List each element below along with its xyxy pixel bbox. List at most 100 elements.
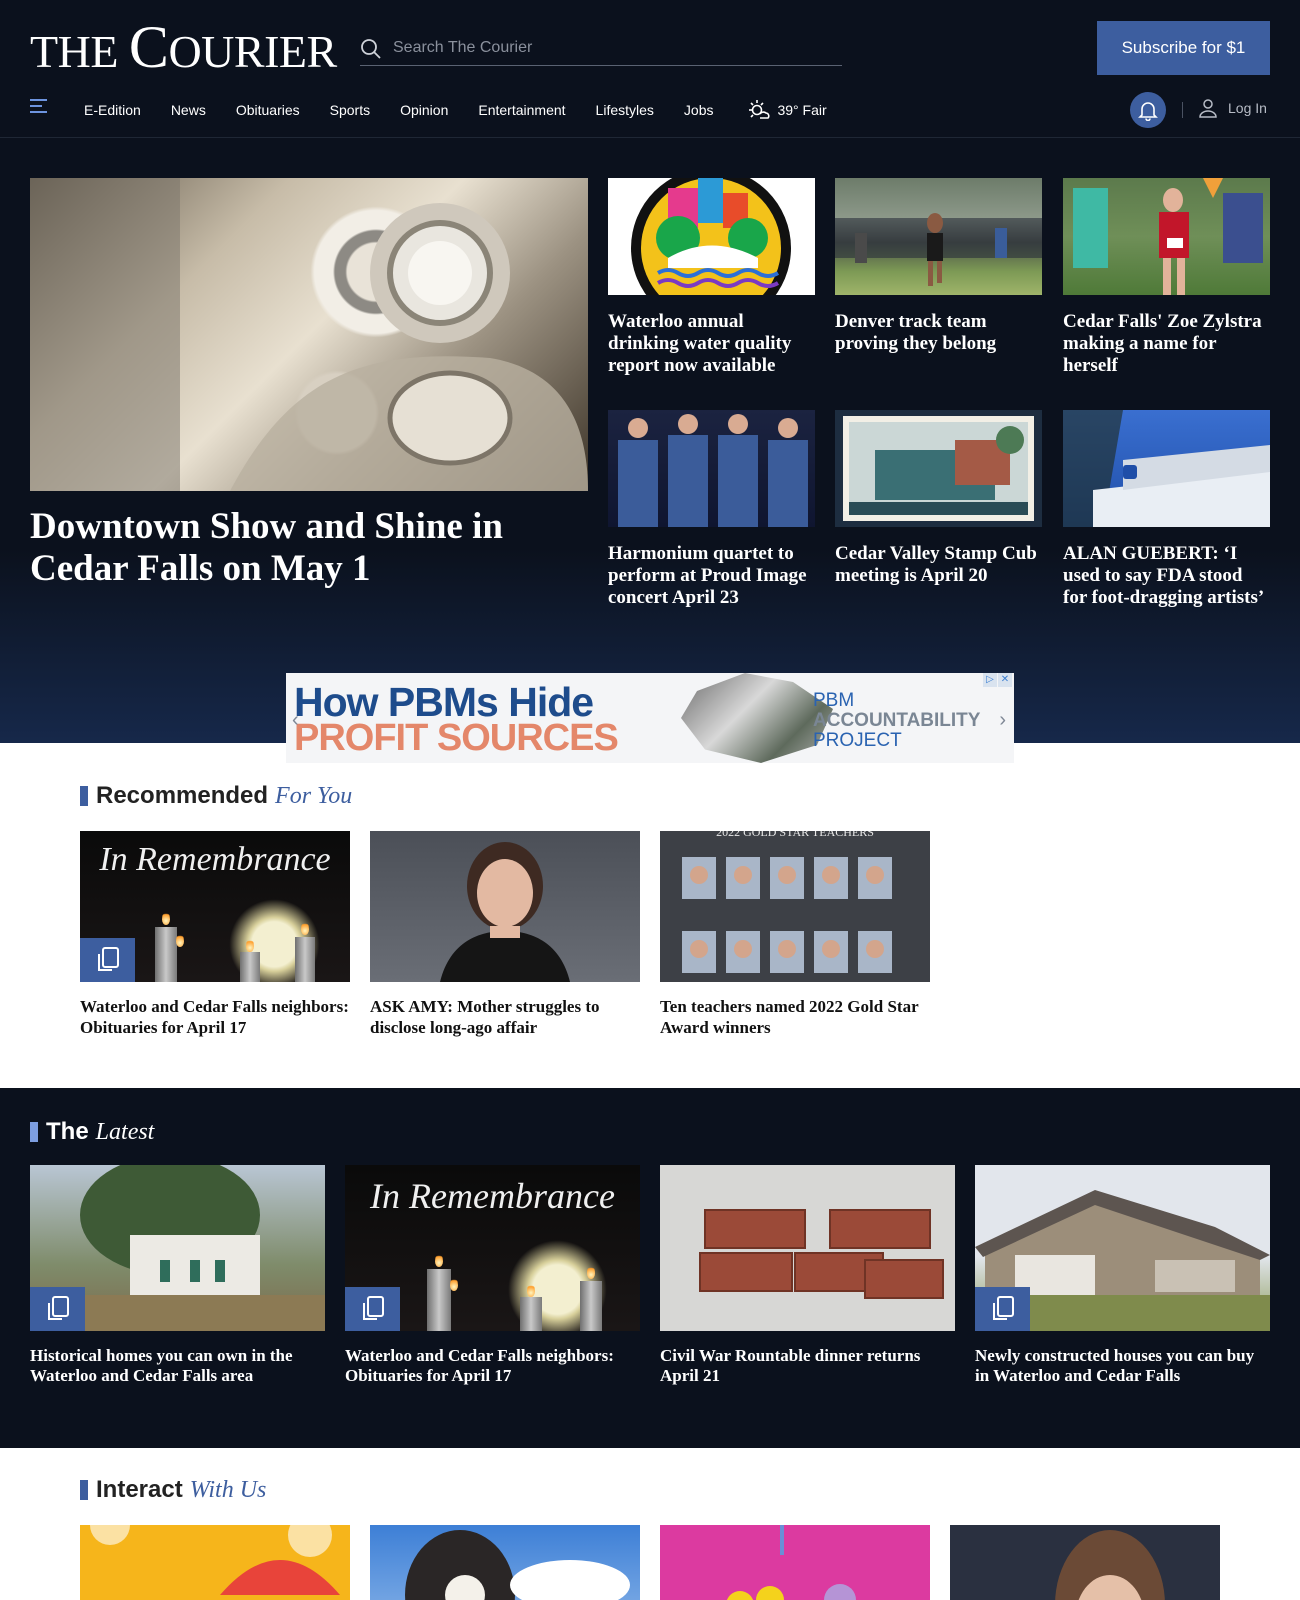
chevron-right-icon[interactable]: › [999, 709, 1006, 732]
story-image [975, 1165, 1270, 1331]
nav-item-opinion[interactable]: Opinion [400, 102, 448, 118]
story-card[interactable]: ASK AMY: Mother struggles to disclose lo… [370, 831, 640, 1038]
story-card[interactable]: Historical homes you can own in the Wate… [30, 1165, 325, 1386]
sun-cloud-icon [749, 100, 771, 119]
baseball-image [370, 1525, 640, 1600]
main-nav: E-Edition News Obituaries Sports Opinion… [0, 90, 1300, 130]
nav-items: E-Edition News Obituaries Sports Opinion… [84, 90, 827, 130]
story-card[interactable]: Harmonium quartet to perform at Proud Im… [608, 410, 815, 609]
story-card[interactable]: In Remembrance Waterloo and Cedar Falls … [345, 1165, 640, 1386]
section-title-latest: The Latest [30, 1118, 154, 1146]
image-caption-text: 2022 GOLD STAR TEACHERS [716, 831, 874, 839]
section-title-interact: Interact With Us [80, 1476, 266, 1504]
gallery-icon [975, 1287, 1030, 1331]
nav-item-news[interactable]: News [171, 102, 206, 118]
nav-item-e-edition[interactable]: E-Edition [84, 102, 141, 118]
ad-brand-line: ACCOUNTABILITY [813, 710, 981, 731]
story-card[interactable]: 2022 GOLD STAR TEACHERS Ten teachers nam… [660, 831, 930, 1038]
story-image [1063, 410, 1270, 527]
hero-headline[interactable]: Downtown Show and Shine in Cedar Falls o… [30, 506, 590, 590]
interact-card[interactable] [370, 1525, 640, 1600]
ad-info-icon[interactable]: ▷ [983, 673, 997, 687]
logo-text: THE [30, 26, 129, 77]
image-caption-text: In Remembrance [370, 1176, 615, 1216]
portrait-image [440, 842, 570, 982]
section-title-sub: For You [275, 782, 353, 809]
woman-portrait-image [1055, 1530, 1165, 1600]
story-headline: Waterloo and Cedar Falls neighbors: Obit… [345, 1346, 614, 1385]
nav-item-entertainment[interactable]: Entertainment [478, 102, 565, 118]
nav-item-jobs[interactable]: Jobs [684, 102, 714, 118]
story-card[interactable]: Civil War Rountable dinner returns April… [660, 1165, 955, 1386]
story-card[interactable]: Cedar Valley Stamp Cub meeting is April … [835, 410, 1042, 587]
section-title-sub: With Us [189, 1476, 267, 1503]
story-image [30, 1165, 325, 1331]
story-card[interactable]: Denver track team proving they belong [835, 178, 1042, 355]
login-label: Log In [1228, 100, 1267, 116]
quartet-image [618, 414, 808, 527]
pansies-image [726, 1525, 856, 1600]
logo-text: OURIER [168, 26, 337, 77]
story-image [660, 1165, 955, 1331]
story-card[interactable]: ALAN GUEBERT: ‘I used to say FDA stood f… [1063, 410, 1270, 609]
ad-brand: PBM ACCOUNTABILITY PROJECT [813, 691, 980, 751]
subscribe-button[interactable]: Subscribe for $1 [1097, 21, 1270, 75]
weather-widget[interactable]: 39° Fair [747, 98, 827, 122]
section-title-main: Interact [96, 1476, 183, 1503]
notifications-button[interactable] [1130, 92, 1166, 128]
story-image [1063, 178, 1270, 295]
search-bar [360, 32, 842, 66]
section-title-sub: Latest [95, 1118, 155, 1145]
ad-brand-line: PBM [813, 690, 855, 711]
nav-item-obituaries[interactable]: Obituaries [236, 102, 300, 118]
search-icon[interactable] [360, 38, 382, 60]
hero-image[interactable] [30, 178, 588, 491]
section-title-main: The [46, 1118, 89, 1145]
menu-icon[interactable] [30, 99, 50, 117]
story-headline: Cedar Falls' Zoe Zylstra making a name f… [1063, 311, 1262, 376]
gallery-icon [80, 938, 135, 982]
stamp-image [835, 410, 1042, 527]
story-card[interactable]: Waterloo annual drinking water quality r… [608, 178, 815, 377]
story-image [835, 178, 1042, 295]
interact-card[interactable] [80, 1525, 350, 1600]
ad-choices[interactable]: ▷ ✕ [983, 673, 1012, 687]
site-logo[interactable]: THE COURIER [30, 17, 337, 77]
story-card[interactable]: Newly constructed houses you can buy in … [975, 1165, 1270, 1386]
interact-card[interactable] [660, 1525, 930, 1600]
logo-text: C [128, 14, 169, 80]
portrait-image [950, 1525, 1220, 1600]
story-image [608, 410, 815, 527]
ad-close-icon[interactable]: ✕ [998, 673, 1012, 687]
story-image: In Remembrance [345, 1165, 640, 1331]
story-headline: Waterloo and Cedar Falls neighbors: Obit… [80, 997, 349, 1037]
interact-card[interactable] [950, 1525, 1220, 1600]
baseball-glove-image [405, 1530, 630, 1600]
gallery-icon [30, 1287, 85, 1331]
fda-sign-image [1063, 410, 1270, 527]
story-headline: ALAN GUEBERT: ‘I used to say FDA stood f… [1063, 543, 1265, 608]
image-caption-text: In Remembrance [99, 841, 331, 878]
ad-banner[interactable]: How PBMs Hide PROFIT SOURCES PBM ACCOUNT… [286, 673, 1014, 763]
memorial-bricks-image [699, 1209, 944, 1299]
flowers-image [660, 1525, 930, 1600]
contest-image [80, 1525, 350, 1600]
weather-text: 39° Fair [777, 102, 827, 118]
track-runners-image [835, 213, 1042, 286]
chevron-left-icon[interactable]: ‹ [292, 709, 299, 732]
story-image: In Remembrance [80, 831, 350, 982]
nav-divider [1182, 102, 1183, 118]
nav-item-lifestyles[interactable]: Lifestyles [596, 102, 654, 118]
story-card[interactable]: In Remembrance Waterloo and Cedar Falls … [80, 831, 350, 1038]
section-accent-bar [30, 1122, 38, 1142]
nav-item-sports[interactable]: Sports [330, 102, 370, 118]
login-link[interactable]: Log In [1198, 98, 1267, 118]
story-card[interactable]: Cedar Falls' Zoe Zylstra making a name f… [1063, 178, 1270, 377]
section-accent-bar [80, 1480, 88, 1500]
story-image [835, 410, 1042, 527]
story-image [370, 831, 640, 982]
story-headline: Harmonium quartet to perform at Proud Im… [608, 543, 807, 608]
search-input[interactable] [393, 36, 833, 60]
bell-icon [1138, 102, 1158, 121]
story-headline: ASK AMY: Mother struggles to disclose lo… [370, 997, 600, 1037]
